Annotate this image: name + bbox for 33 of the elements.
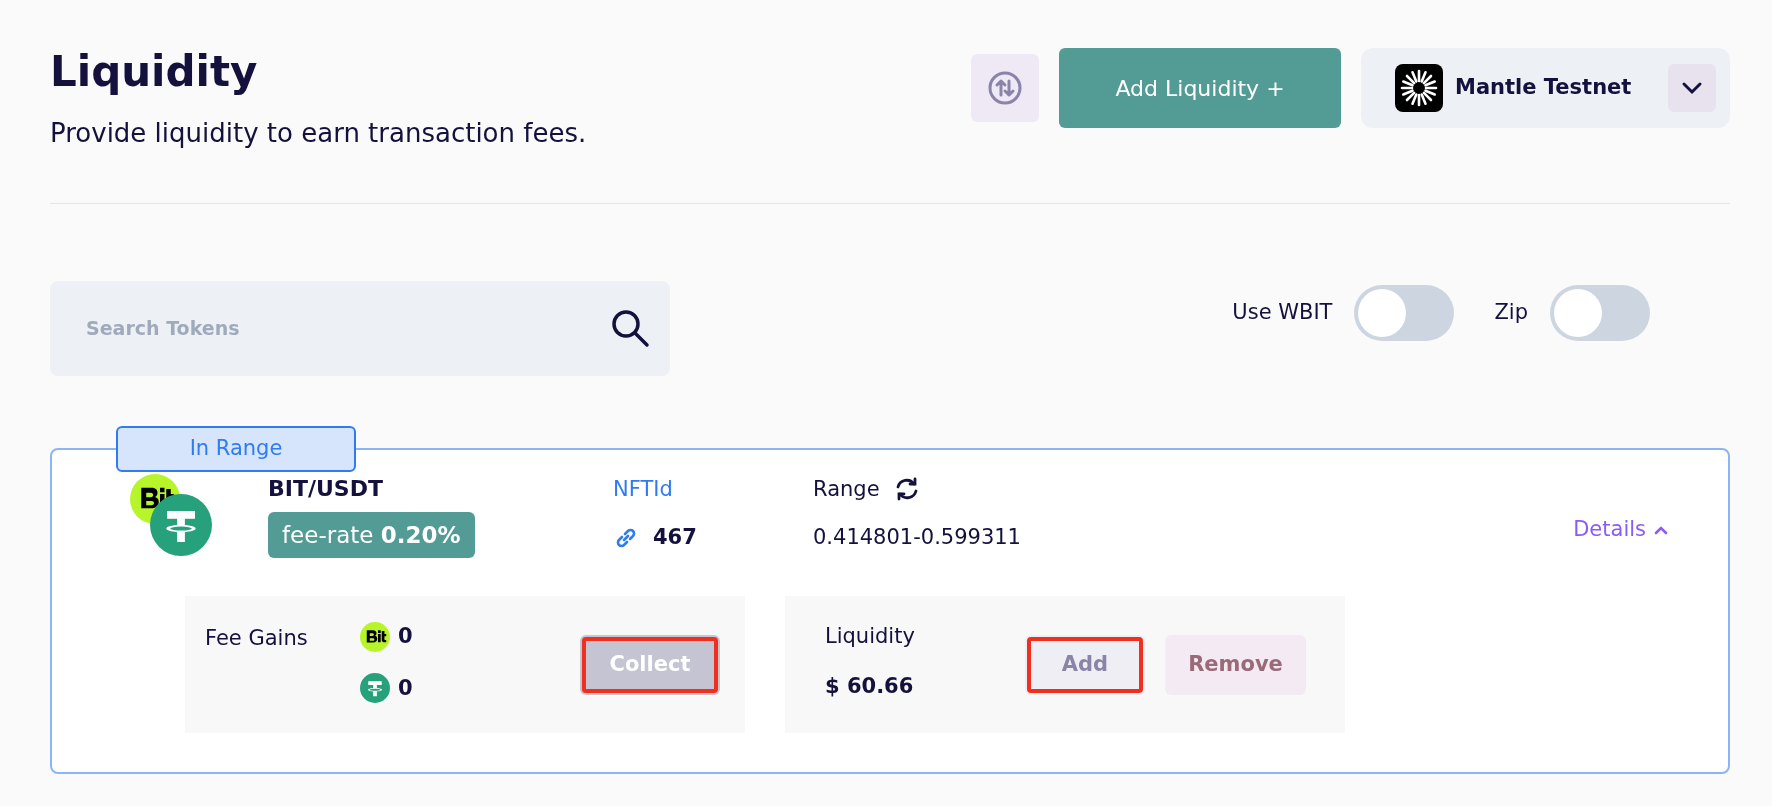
range-label: Range bbox=[813, 476, 880, 503]
liquidity-label: Liquidity bbox=[825, 623, 915, 650]
network-logo-icon bbox=[1395, 64, 1443, 112]
toggle-switch[interactable] bbox=[1550, 285, 1650, 341]
nft-id-label: NFTId bbox=[613, 476, 673, 503]
pair-name: BIT/USDT bbox=[268, 475, 384, 503]
tether-coin-icon bbox=[360, 673, 390, 704]
tether-coin-icon bbox=[150, 494, 212, 556]
network-name: Mantle Testnet bbox=[1455, 74, 1633, 102]
liquidity-value: $ 60.66 bbox=[825, 672, 914, 700]
page-title: Liquidity bbox=[50, 48, 259, 96]
search-field[interactable]: Search Tokens bbox=[50, 280, 670, 376]
fee-amount: 0 bbox=[398, 623, 413, 650]
toggle-switch[interactable] bbox=[1354, 285, 1455, 341]
status-badge: In Range bbox=[116, 426, 356, 472]
remove-button[interactable]: Remove bbox=[1165, 635, 1306, 695]
toggle-label: Use WBIT bbox=[1232, 299, 1333, 327]
toggle-label: Zip bbox=[1494, 299, 1528, 327]
search-icon[interactable] bbox=[610, 307, 650, 348]
network-selector[interactable]: Mantle Testnet bbox=[1361, 48, 1730, 128]
fee-rate-badge: fee-rate 0.20% bbox=[268, 512, 475, 558]
page-subtitle: Provide liquidity to earn transaction fees. bbox=[50, 117, 587, 150]
dropdown-caret-icon[interactable] bbox=[1668, 64, 1716, 112]
bit-coin-icon bbox=[360, 621, 390, 652]
details-toggle[interactable]: Details bbox=[1573, 514, 1668, 546]
fee-gains-label: Fee Gains bbox=[205, 625, 309, 652]
fee-amount: 0 bbox=[398, 674, 413, 702]
add-button[interactable]: Add bbox=[1025, 635, 1145, 695]
nft-id: 467 bbox=[653, 524, 697, 551]
add-liquidity-button[interactable]: Add Liquidity + bbox=[1059, 48, 1341, 128]
swap-button[interactable] bbox=[971, 54, 1039, 122]
price-range: 0.414801-0.599311 bbox=[813, 524, 1021, 551]
swap-arrows-icon bbox=[987, 70, 1023, 106]
